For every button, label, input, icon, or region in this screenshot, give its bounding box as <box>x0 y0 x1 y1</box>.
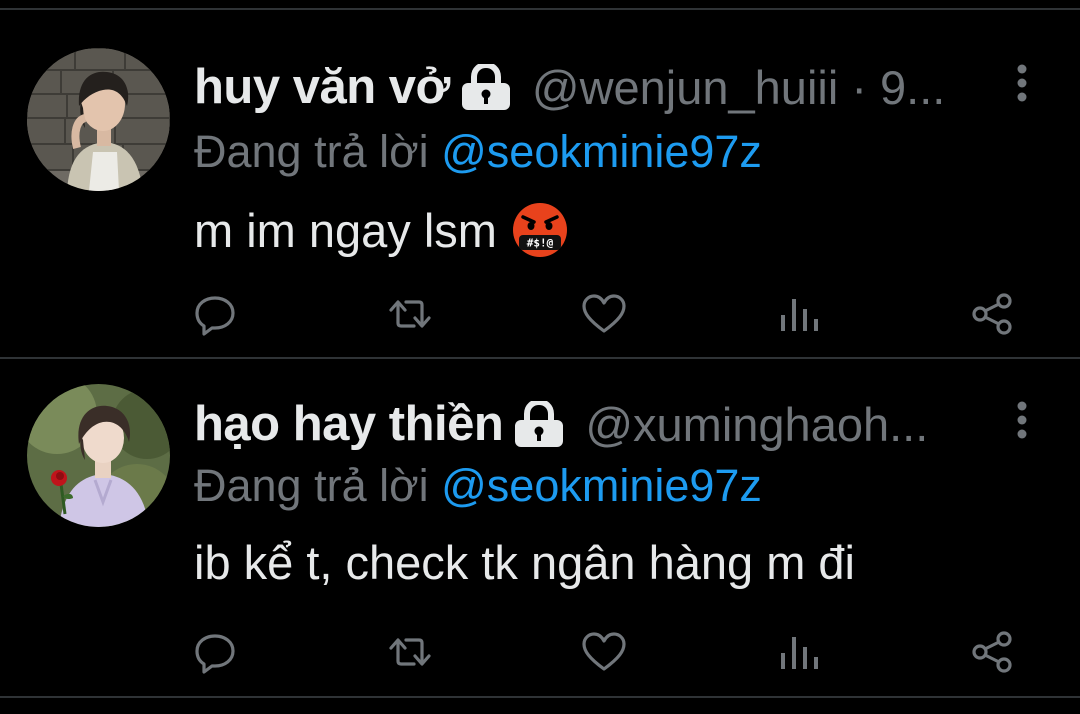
tweet-header: huy văn vở @wenjun_huiii · 9... <box>194 57 945 117</box>
avatar[interactable] <box>27 384 170 527</box>
tweet-text: m im ngay lsm #$!@ <box>194 201 569 259</box>
handle-and-time[interactable]: @xuminghaoh... <box>585 397 928 452</box>
reply-context: Đang trả lời @seokminie97z <box>194 126 762 178</box>
tweet-actions <box>0 289 1080 349</box>
reply-mention[interactable]: @seokminie97z <box>441 126 762 177</box>
reply-prefix: Đang trả lời <box>194 126 442 177</box>
bottom-divider <box>0 696 1080 698</box>
tweet-text: ib kể t, check tk ngân hàng m đi <box>194 535 855 590</box>
svg-text:#$!@: #$!@ <box>527 237 554 250</box>
retweet-icon[interactable] <box>385 627 435 677</box>
more-vertical-icon[interactable] <box>1008 61 1036 107</box>
more-vertical-icon[interactable] <box>1008 398 1036 444</box>
lock-icon <box>513 398 565 447</box>
tweet-header: hạo hay thiền @xuminghaoh... <box>194 394 928 454</box>
display-name[interactable]: hạo hay thiền <box>194 396 504 452</box>
reply-icon[interactable] <box>190 289 240 339</box>
face-with-symbols-emoji-icon: #$!@ <box>511 201 569 259</box>
reply-mention[interactable]: @seokminie97z <box>441 460 762 511</box>
tweet-text-content: m im ngay lsm <box>194 203 497 257</box>
share-icon[interactable] <box>968 289 1018 339</box>
tweet-1[interactable]: huy văn vở @wenjun_huiii · 9... Đang trả… <box>0 10 1080 346</box>
lock-icon <box>460 61 512 110</box>
views-icon[interactable] <box>773 627 823 677</box>
handle-and-time[interactable]: @wenjun_huiii · 9... <box>532 60 945 115</box>
retweet-icon[interactable] <box>385 289 435 339</box>
reply-icon[interactable] <box>190 627 240 677</box>
tweet-text-content: ib kể t, check tk ngân hàng m đi <box>194 536 855 589</box>
display-name[interactable]: huy văn vở <box>194 59 450 115</box>
tweet-actions <box>0 627 1080 687</box>
share-icon[interactable] <box>968 627 1018 677</box>
heart-icon[interactable] <box>579 289 629 339</box>
views-icon[interactable] <box>773 289 823 339</box>
heart-icon[interactable] <box>579 627 629 677</box>
reply-context: Đang trả lời @seokminie97z <box>194 460 762 512</box>
reply-prefix: Đang trả lời <box>194 460 442 511</box>
tweet-2[interactable]: hạo hay thiền @xuminghaoh... Đang trả lờ… <box>0 359 1080 695</box>
avatar[interactable] <box>27 48 170 191</box>
